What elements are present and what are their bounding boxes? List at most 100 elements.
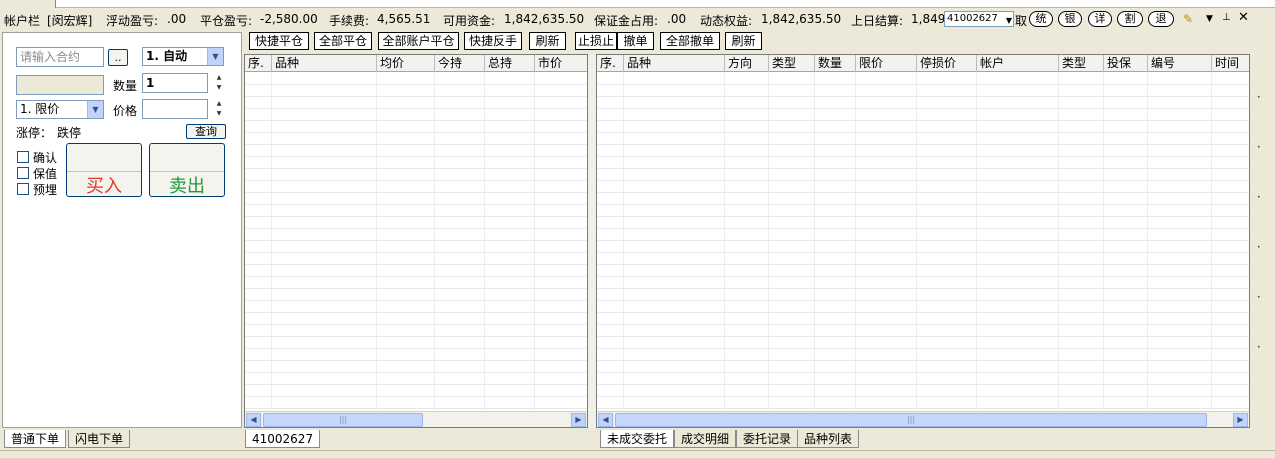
fetch-label: 取 (1015, 14, 1028, 28)
price-stepper[interactable]: ▲ ▼ (213, 99, 225, 119)
scroll-right-icon[interactable]: ▶ (1233, 413, 1248, 427)
summary-button[interactable]: 统 (1029, 11, 1053, 27)
cancel-all-button[interactable]: 全部撤单 (660, 32, 720, 50)
close-icon[interactable]: ✕ (1238, 10, 1249, 25)
col-divider (1147, 73, 1148, 410)
quick-close-button[interactable]: 快捷平仓 (249, 32, 309, 50)
query-button[interactable]: 查询 (186, 124, 226, 139)
confirm-checkbox[interactable] (17, 151, 29, 163)
positions-header: 序. 品种 均价 今持 总持 市价 (245, 55, 587, 72)
tab-unfilled-orders[interactable]: 未成交委托 (600, 430, 675, 448)
mode-select[interactable]: 1. 自动 ▼ (142, 47, 224, 66)
col-divider (1211, 73, 1212, 410)
bank-button[interactable]: 银 (1058, 11, 1082, 27)
close-pl-value: -2,580.00 (260, 12, 318, 26)
col-header[interactable]: 类型 (769, 55, 815, 72)
stop-loss-button[interactable]: 止损止 (575, 32, 617, 50)
order-type-select[interactable]: 1. 限价 ▼ (16, 100, 104, 119)
fee-value: 4,565.51 (377, 12, 431, 26)
tab-order-records[interactable]: 委托记录 (736, 430, 799, 448)
top-tab-stub[interactable] (0, 0, 56, 8)
close-all-accounts-button[interactable]: 全部账户平仓 (378, 32, 459, 50)
splitter[interactable] (588, 54, 596, 428)
col-divider (376, 73, 377, 410)
col-divider (855, 73, 856, 410)
col-header[interactable]: 类型 (1059, 55, 1104, 72)
mode-select-value: 1. 自动 (146, 49, 188, 63)
price-label: 价格 (113, 104, 138, 118)
orders-rows (597, 73, 1249, 410)
equity-label: 动态权益: (700, 14, 753, 28)
positions-hscroll[interactable]: ◀ ||| ▶ (245, 411, 587, 427)
orders-hscroll[interactable]: ◀ ||| ▶ (597, 411, 1249, 427)
account-select[interactable]: 41002627 ▼ (944, 11, 1014, 27)
positions-refresh-button[interactable]: 刷新 (529, 32, 566, 50)
detail-button[interactable]: 详 (1088, 11, 1112, 27)
col-divider (916, 73, 917, 410)
status-bar (0, 450, 1275, 458)
keep-value-label: 保值 (33, 167, 58, 181)
buy-button[interactable]: 买入 (66, 143, 142, 197)
col-header[interactable]: 时间 (1212, 55, 1249, 72)
col-header[interactable]: 市价 (535, 55, 587, 72)
account-user: [闵宏辉] (47, 14, 93, 28)
col-header[interactable]: 限价 (856, 55, 917, 72)
floating-pl-label: 浮动盈亏: (106, 14, 159, 28)
margin-label: 保证金占用: (594, 14, 659, 28)
positions-grid[interactable]: 序. 品种 均价 今持 总持 市价 ◀ ||| ▶ (244, 54, 588, 428)
price-input[interactable] (142, 99, 208, 119)
pin-icon[interactable]: ⊥ (1222, 12, 1231, 23)
orders-refresh-button[interactable]: 刷新 (725, 32, 762, 50)
col-header[interactable]: 帐户 (977, 55, 1059, 72)
col-header[interactable]: 今持 (435, 55, 485, 72)
chevron-down-icon: ▼ (87, 101, 103, 118)
browse-contract-button[interactable]: .. (108, 49, 128, 66)
close-all-button[interactable]: 全部平仓 (314, 32, 372, 50)
col-header[interactable]: 品种 (624, 55, 725, 72)
col-divider (271, 73, 272, 410)
tab-normal-order[interactable]: 普通下单 (4, 430, 67, 448)
tab-fill-details[interactable]: 成交明细 (674, 430, 737, 448)
preset-checkbox[interactable] (17, 183, 29, 195)
col-header[interactable]: 编号 (1148, 55, 1212, 72)
scroll-right-icon[interactable]: ▶ (571, 413, 586, 427)
col-header[interactable]: 品种 (272, 55, 377, 72)
limit-down-label: 跌停 (57, 126, 82, 140)
col-header[interactable]: 数量 (815, 55, 856, 72)
cancel-order-button[interactable]: 撤单 (617, 32, 654, 50)
contract-input[interactable]: 请输入合约 (16, 47, 104, 67)
tab-flash-order[interactable]: 闪电下单 (68, 430, 131, 448)
split-button[interactable]: 割 (1117, 11, 1143, 27)
limit-up-label: 涨停： (16, 126, 53, 140)
tab-account-41002627[interactable]: 41002627 (245, 430, 321, 448)
col-header[interactable]: 均价 (377, 55, 435, 72)
scroll-thumb[interactable]: ||| (615, 413, 1207, 427)
col-header[interactable]: 方向 (725, 55, 769, 72)
qty-input[interactable]: 1 (142, 73, 208, 93)
col-divider (434, 73, 435, 410)
prev-settle-value: 1,849 (911, 12, 946, 26)
floating-pl-value: .00 (167, 12, 187, 26)
scroll-left-icon[interactable]: ◀ (246, 413, 261, 427)
tab-product-list[interactable]: 品种列表 (797, 430, 860, 448)
col-header[interactable]: 总持 (485, 55, 535, 72)
col-header[interactable]: 停损价 (917, 55, 977, 72)
orders-grid[interactable]: 序. 品种 方向 类型 数量 限价 停损价 帐户 类型 投保 编号 时间 ◀ |… (596, 54, 1250, 428)
sell-button[interactable]: 卖出 (149, 143, 225, 197)
dropdown-icon[interactable]: ▼ (1206, 14, 1213, 24)
scroll-left-icon[interactable]: ◀ (598, 413, 613, 427)
col-divider (768, 73, 769, 410)
qty-stepper[interactable]: ▲ ▼ (213, 73, 225, 93)
scroll-thumb[interactable]: ||| (263, 413, 423, 427)
col-header[interactable]: 序. (597, 55, 624, 72)
close-pl-label: 平仓盈亏: (200, 14, 253, 28)
keep-value-checkbox[interactable] (17, 167, 29, 179)
logout-button[interactable]: 退 (1148, 11, 1174, 27)
col-header[interactable]: 序. (245, 55, 272, 72)
wand-icon[interactable]: ✎ (1183, 12, 1193, 26)
quick-reverse-button[interactable]: 快捷反手 (464, 32, 522, 50)
col-divider (623, 73, 624, 410)
available-value: 1,842,635.50 (504, 12, 585, 26)
col-header[interactable]: 投保 (1104, 55, 1148, 72)
col-divider (534, 73, 535, 410)
